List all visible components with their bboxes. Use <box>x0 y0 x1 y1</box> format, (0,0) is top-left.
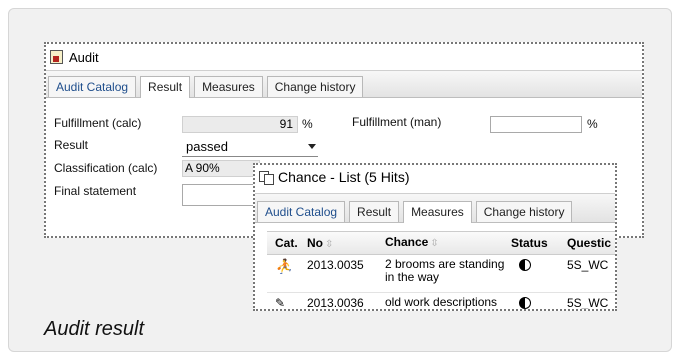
final-statement-label: Final statement <box>54 184 137 198</box>
column-header-cat[interactable]: Cat. <box>267 236 301 250</box>
classification-label: Classification (calc) <box>54 161 158 175</box>
row-status <box>511 296 567 309</box>
document-icon <box>50 50 63 64</box>
sort-icon: ⇳ <box>430 238 439 249</box>
half-circle-icon <box>519 259 531 271</box>
column-header-question[interactable]: Questic <box>567 236 615 250</box>
copy-list-icon <box>259 170 274 185</box>
column-header-chance-label: Chance <box>385 235 429 249</box>
column-header-chance[interactable]: Chance ⇳ <box>385 236 511 250</box>
tab-audit-catalog[interactable]: Audit Catalog <box>257 201 346 222</box>
tab-change-history[interactable]: Change history <box>266 76 364 97</box>
result-select-value: passed <box>186 139 228 154</box>
fulfillment-calc-label: Fulfillment (calc) <box>54 116 142 130</box>
chance-titlebar: Chance - List (5 Hits) <box>255 165 615 189</box>
row-chance: old work descriptions <box>385 295 498 309</box>
chance-title: Chance - List (5 Hits) <box>278 169 410 185</box>
tab-result[interactable]: Result <box>349 201 400 222</box>
row-chance: 2 brooms are standing in the way <box>385 257 505 284</box>
tab-measures[interactable]: Measures <box>194 76 263 97</box>
classification-field: A 90% <box>182 160 260 177</box>
row-no: 2013.0036 <box>307 296 364 310</box>
figure-caption: Audit result <box>44 318 145 340</box>
runner-icon: ⛹ <box>275 258 293 274</box>
column-header-no[interactable]: No ⇳ <box>301 236 385 250</box>
row-question: 5S_WC <box>567 296 609 310</box>
tab-change-history[interactable]: Change history <box>475 201 573 222</box>
half-circle-icon <box>519 297 531 309</box>
chance-table: Cat. No ⇳ Chance ⇳ Status Questic ⛹ 2013.0… <box>267 231 615 310</box>
audit-title: Audit <box>69 49 99 65</box>
tag-icon: ✎ <box>275 296 286 310</box>
fulfillment-man-field[interactable] <box>490 116 582 133</box>
table-row[interactable]: ✎ 2013.0036 old work descriptions 5S_WC <box>267 293 615 310</box>
result-label: Result <box>54 138 89 152</box>
tab-audit-catalog[interactable]: Audit Catalog <box>48 76 137 97</box>
final-statement-field[interactable] <box>182 184 262 206</box>
audit-titlebar: Audit <box>46 44 642 70</box>
row-status <box>511 258 567 274</box>
column-header-status[interactable]: Status <box>511 236 567 250</box>
tab-measures[interactable]: Measures <box>403 201 472 223</box>
sort-icon: ⇳ <box>325 239 334 250</box>
fulfillment-calc-unit: % <box>302 117 313 131</box>
column-header-no-label: No <box>307 236 323 250</box>
result-select[interactable]: passed <box>182 138 318 157</box>
chance-tabbar: Audit Catalog Result Measures Change his… <box>255 193 615 223</box>
fulfillment-calc-field: 91 <box>182 116 298 133</box>
chevron-down-icon <box>308 144 316 149</box>
audit-tabbar: Audit Catalog Result Measures Change his… <box>46 70 642 98</box>
row-question: 5S_WC <box>567 258 609 272</box>
row-no: 2013.0035 <box>307 258 364 272</box>
fulfillment-man-label: Fulfillment (man) <box>352 115 442 129</box>
chance-list-window: Chance - List (5 Hits) Audit Catalog Res… <box>253 163 617 311</box>
fulfillment-man-unit: % <box>587 117 598 131</box>
table-header: Cat. No ⇳ Chance ⇳ Status Questic <box>267 231 615 255</box>
tab-result[interactable]: Result <box>140 76 191 98</box>
table-row[interactable]: ⛹ 2013.0035 2 brooms are standing in the… <box>267 255 615 293</box>
